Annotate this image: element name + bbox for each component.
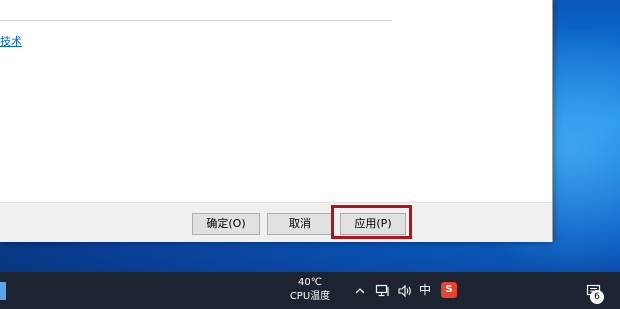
cancel-button[interactable]: 取消 (267, 213, 333, 235)
dialog-content: 技术 (0, 0, 553, 202)
tech-link[interactable]: 技术 (0, 35, 22, 49)
divider-line (0, 20, 392, 21)
ime-indicator[interactable]: 中 (416, 272, 434, 309)
network-icon[interactable] (374, 272, 392, 309)
ok-button[interactable]: 确定(O) (192, 213, 260, 235)
chevron-up-icon[interactable] (352, 272, 368, 309)
sogou-ime-icon[interactable]: S (441, 282, 457, 298)
taskbar: 40℃ CPU温度 中 S 6 (0, 272, 620, 309)
volume-icon[interactable] (396, 272, 414, 309)
apply-button-highlight (331, 205, 412, 239)
properties-dialog: 技术 确定(O) 取消 应用(P) (0, 0, 553, 242)
temperature-value: 40℃ (298, 277, 322, 288)
dialog-button-bar: 确定(O) 取消 应用(P) (0, 202, 553, 242)
dialog-border (552, 0, 553, 242)
notification-count-badge: 6 (590, 290, 604, 304)
taskbar-app-indicator[interactable] (0, 282, 6, 300)
temperature-label: CPU温度 (289, 291, 331, 302)
desktop: 技术 确定(O) 取消 应用(P) (0, 0, 620, 272)
cpu-temperature: 40℃ CPU温度 (285, 276, 335, 304)
